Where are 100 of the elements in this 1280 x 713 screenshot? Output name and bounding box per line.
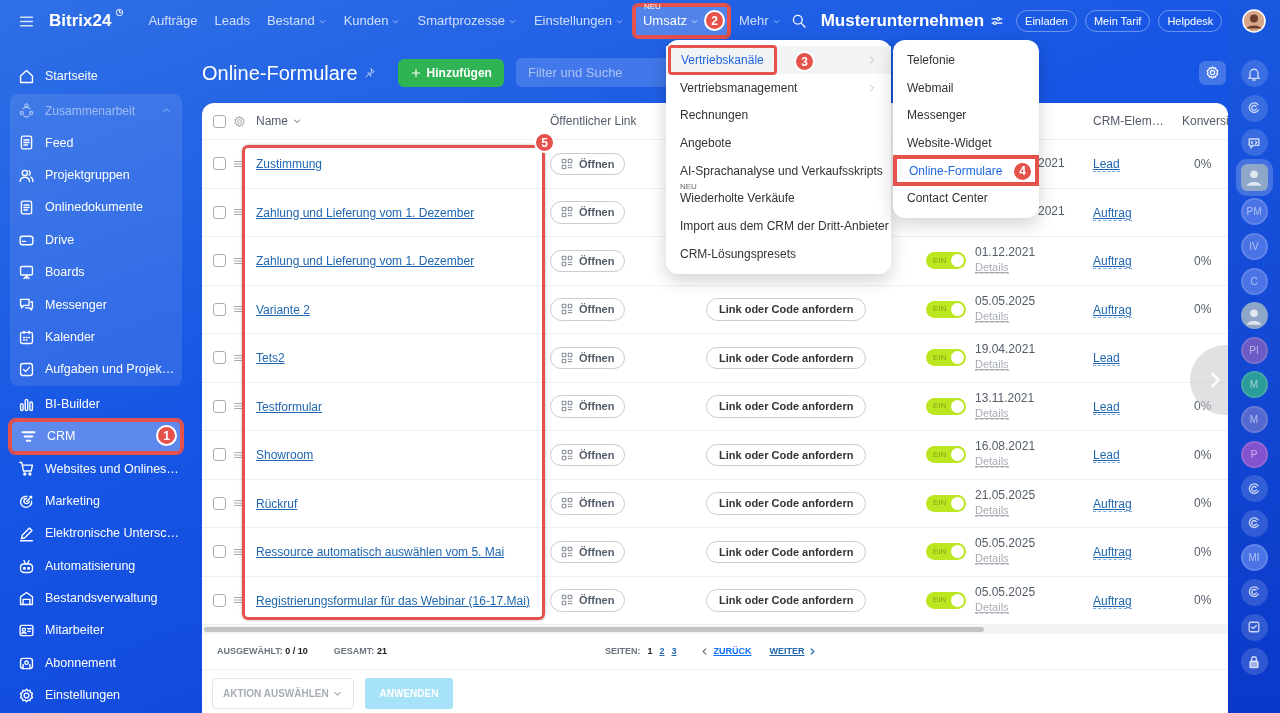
column-header[interactable]: Konversi [1182, 114, 1228, 128]
menu-item[interactable]: Import aus dem CRM der Dritt-Anbieter [666, 212, 891, 240]
menu-item[interactable]: NEU Wiederholte Verkäufe [666, 184, 891, 213]
date-text: 05.05.2025 [975, 585, 1037, 600]
form-name-link[interactable]: Testformular [250, 399, 323, 414]
conversion-text: 0% [1194, 447, 1212, 462]
code-button[interactable]: Link oder Code anfordern [706, 540, 867, 563]
conversion-text: 0% [1194, 496, 1212, 511]
total-count: GESAMT: 21 [333, 644, 387, 658]
next-link[interactable]: WEITER [769, 644, 818, 659]
sidebar-item[interactable]: Startseite [10, 60, 182, 93]
date-text: 05.05.2025 [975, 294, 1037, 309]
nav-tab[interactable]: Bestand [259, 7, 334, 35]
form-name-link[interactable]: Ressource automatisch auswählen vom 5. Mai [250, 545, 505, 559]
menu-item[interactable]: Telefonie [893, 46, 1039, 74]
sidebar-item[interactable]: BI-Builder [10, 387, 182, 421]
open-button[interactable]: Öffnen [550, 492, 626, 515]
column-header[interactable]: Öffentlicher Link [550, 114, 637, 128]
nav-tab[interactable]: NEU Umsatz 2 [633, 5, 730, 37]
menu-item[interactable]: Rechnungen [666, 101, 891, 130]
page-link[interactable]: 3 [671, 644, 677, 659]
form-name-link[interactable]: Registrierungsformular für das Webinar (16-17.Mai) [250, 593, 530, 608]
crm-link[interactable]: Auftrag [1093, 545, 1132, 560]
sidebar-item[interactable]: Onlinedokumente [10, 191, 182, 224]
menu-item[interactable]: AI-Sprachanalyse und Verkaufsskripts [666, 156, 891, 185]
column-header[interactable]: CRM-Elem… [1093, 114, 1164, 128]
sidebar-item[interactable]: Aufgaben und Projek… [10, 353, 182, 386]
nav-tab[interactable]: Kunden [336, 7, 408, 35]
sidebar-item[interactable]: CRM 1 [10, 420, 182, 453]
sidebar-item[interactable]: Abonnement [10, 647, 182, 680]
sidebar-item[interactable]: Feed [10, 126, 182, 160]
sidebar-item[interactable]: Kalender [10, 321, 182, 354]
crm-link[interactable]: Auftrag [1093, 254, 1132, 269]
sidebar-item[interactable]: Projektgruppen [10, 159, 182, 192]
nav-tab[interactable]: Smartprozesse [410, 7, 524, 35]
code-button[interactable]: Link oder Code anfordern [706, 395, 867, 418]
crm-link[interactable]: Lead [1093, 351, 1120, 366]
menu-item[interactable]: Messenger [893, 101, 1039, 130]
conversion-text: 0% [1194, 399, 1212, 414]
form-name-link[interactable]: Rückruf [250, 496, 298, 511]
menu-item[interactable]: Webmail [893, 73, 1039, 102]
sidebar-item[interactable]: Drive [10, 223, 182, 257]
crm-link[interactable]: Lead [1093, 448, 1120, 463]
form-name-link[interactable]: Showroom [250, 448, 314, 462]
menu-item[interactable]: Website-Widget [893, 129, 1039, 157]
menu-item[interactable]: Online-Formulare 4 [895, 156, 1037, 185]
form-name-link[interactable]: Zahlung und Lieferung vom 1. Dezember [250, 254, 475, 268]
open-button[interactable]: Öffnen [550, 298, 626, 321]
sidebar-item[interactable]: Bestandsverwaltung [10, 582, 182, 615]
new-label: NEU [643, 3, 661, 12]
open-button[interactable]: Öffnen [550, 346, 626, 369]
sidebar-item[interactable]: Messenger [10, 288, 182, 322]
code-button[interactable]: Link oder Code anfordern [706, 346, 867, 369]
open-button[interactable]: Öffnen [550, 201, 626, 224]
form-name-link[interactable]: Zustimmung [250, 157, 323, 171]
previous-link[interactable]: ZURÜCK [700, 644, 752, 659]
company-name[interactable]: Musterunternehmen [820, 8, 985, 34]
code-button[interactable]: Link oder Code anfordern [706, 443, 867, 466]
sidebar-item[interactable]: Marketing [10, 485, 182, 518]
crm-link[interactable]: Auftrag [1093, 302, 1132, 318]
column-header[interactable]: Name [256, 112, 288, 130]
crm-link[interactable]: Auftrag [1093, 496, 1132, 512]
date-text: 13.11.2021 [975, 391, 1036, 406]
sidebar-item[interactable]: Websites und Onlines… [10, 452, 182, 486]
page-link[interactable]: 2 [659, 644, 665, 659]
open-button[interactable]: Öffnen [550, 589, 626, 612]
nav-tab[interactable]: Leads [207, 7, 257, 35]
crm-link[interactable]: Auftrag [1093, 593, 1132, 609]
sidebar-item[interactable]: Einstellungen [10, 679, 182, 712]
form-name-link[interactable]: Zahlung und Lieferung vom 1. Dezember [250, 205, 475, 220]
sidebar-item[interactable]: Automatisierung [10, 549, 182, 583]
crm-link[interactable]: Lead [1093, 399, 1120, 415]
form-name-link[interactable]: Variante 2 [250, 302, 310, 317]
new-label: NEU [680, 183, 697, 192]
open-button[interactable]: Öffnen [550, 152, 626, 175]
page-link[interactable]: 1 [647, 644, 653, 659]
open-button[interactable]: Öffnen [550, 443, 626, 466]
conversion-text: 0% [1194, 253, 1212, 268]
open-button[interactable]: Öffnen [550, 540, 626, 563]
form-name-link[interactable]: Tets2 [250, 351, 285, 365]
menu-item[interactable]: CRM-Lösungspresets [666, 239, 891, 268]
menu-item[interactable]: Vertriebskanäle 3 [666, 46, 891, 74]
crm-link[interactable]: Auftrag [1093, 205, 1132, 221]
code-button[interactable]: Link oder Code anfordern [706, 298, 867, 321]
nav-tab[interactable]: Mehr [732, 7, 788, 35]
code-button[interactable]: Link oder Code anfordern [706, 492, 867, 515]
menu-item[interactable]: Angebote [666, 129, 891, 157]
sidebar-item[interactable]: Elektronische Untersc… [10, 517, 182, 550]
code-button[interactable]: Link oder Code anfordern [706, 589, 867, 612]
menu-item[interactable]: Contact Center [893, 184, 1039, 213]
sidebar-item[interactable]: Boards [10, 256, 182, 289]
crm-link[interactable]: Lead [1093, 157, 1120, 172]
open-button[interactable]: Öffnen [550, 395, 626, 418]
conversion-text: 0% [1194, 302, 1212, 317]
nav-tab[interactable]: Aufträge [141, 7, 205, 35]
open-button[interactable]: Öffnen [550, 249, 626, 272]
nav-tab[interactable]: Einstellungen [526, 7, 631, 35]
conversion-text: 0% [1194, 156, 1212, 171]
sidebar-item[interactable]: Mitarbeiter [10, 614, 182, 648]
date-text: 2021 [1038, 205, 1066, 220]
